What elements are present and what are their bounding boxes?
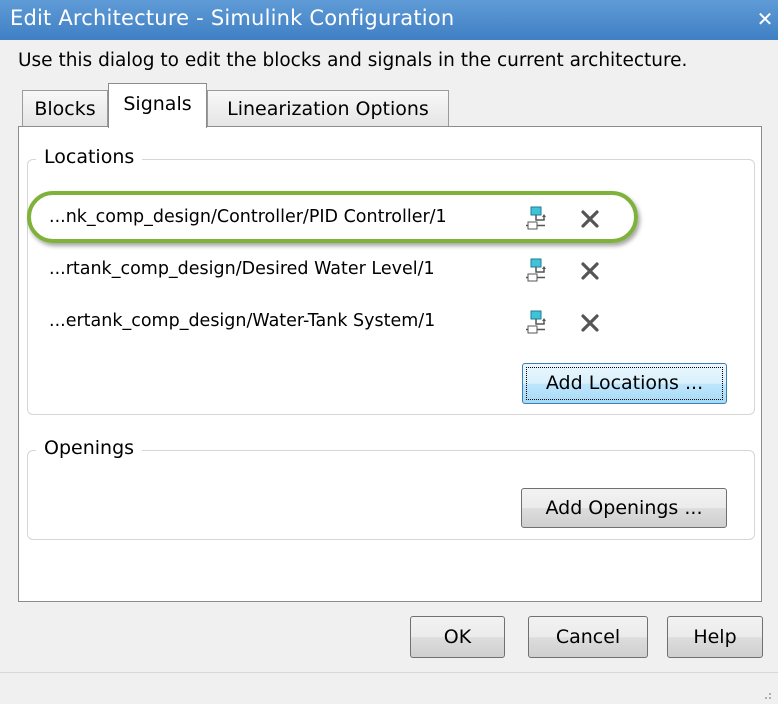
title-bar[interactable]: Edit Architecture - Simulink Configurati…: [0, 0, 778, 40]
location-path: ...nk_comp_design/Controller/PID Control…: [49, 207, 447, 227]
resize-grip-icon[interactable]: [760, 688, 772, 700]
location-path: ...ertank_comp_design/Water-Tank System/…: [49, 311, 436, 331]
help-button[interactable]: Help: [667, 616, 763, 658]
location-path: ...rtank_comp_design/Desired Water Level…: [49, 259, 435, 279]
add-locations-button[interactable]: Add Locations ...: [522, 363, 727, 404]
tab-linearization-options[interactable]: Linearization Options: [207, 90, 449, 128]
signal-selection-icon[interactable]: [525, 258, 551, 284]
delete-icon[interactable]: [579, 260, 601, 282]
delete-icon[interactable]: [579, 312, 601, 334]
signal-selection-icon[interactable]: [525, 310, 551, 336]
focus-ring: [526, 367, 723, 400]
close-icon[interactable]: ✕: [752, 6, 778, 34]
cancel-button[interactable]: Cancel: [528, 616, 648, 658]
delete-icon[interactable]: [579, 208, 601, 230]
signals-tab-panel: Locations ...nk_comp_design/Controller/P…: [18, 126, 762, 602]
dialog-window: Edit Architecture - Simulink Configurati…: [0, 0, 778, 704]
add-openings-button[interactable]: Add Openings ...: [521, 488, 727, 528]
locations-group-title: Locations: [36, 146, 143, 168]
tab-signals[interactable]: Signals: [108, 83, 207, 128]
ok-button[interactable]: OK: [410, 616, 505, 658]
location-row[interactable]: ...ertank_comp_design/Water-Tank System/…: [49, 307, 649, 339]
status-bar: [0, 672, 778, 704]
openings-group-title: Openings: [36, 437, 143, 459]
window-title: Edit Architecture - Simulink Configurati…: [10, 6, 455, 30]
location-row[interactable]: ...nk_comp_design/Controller/PID Control…: [49, 203, 649, 235]
dialog-description: Use this dialog to edit the blocks and s…: [18, 50, 688, 71]
location-row[interactable]: ...rtank_comp_design/Desired Water Level…: [49, 255, 649, 287]
tab-blocks[interactable]: Blocks: [22, 90, 108, 128]
signal-selection-icon[interactable]: [525, 206, 551, 232]
